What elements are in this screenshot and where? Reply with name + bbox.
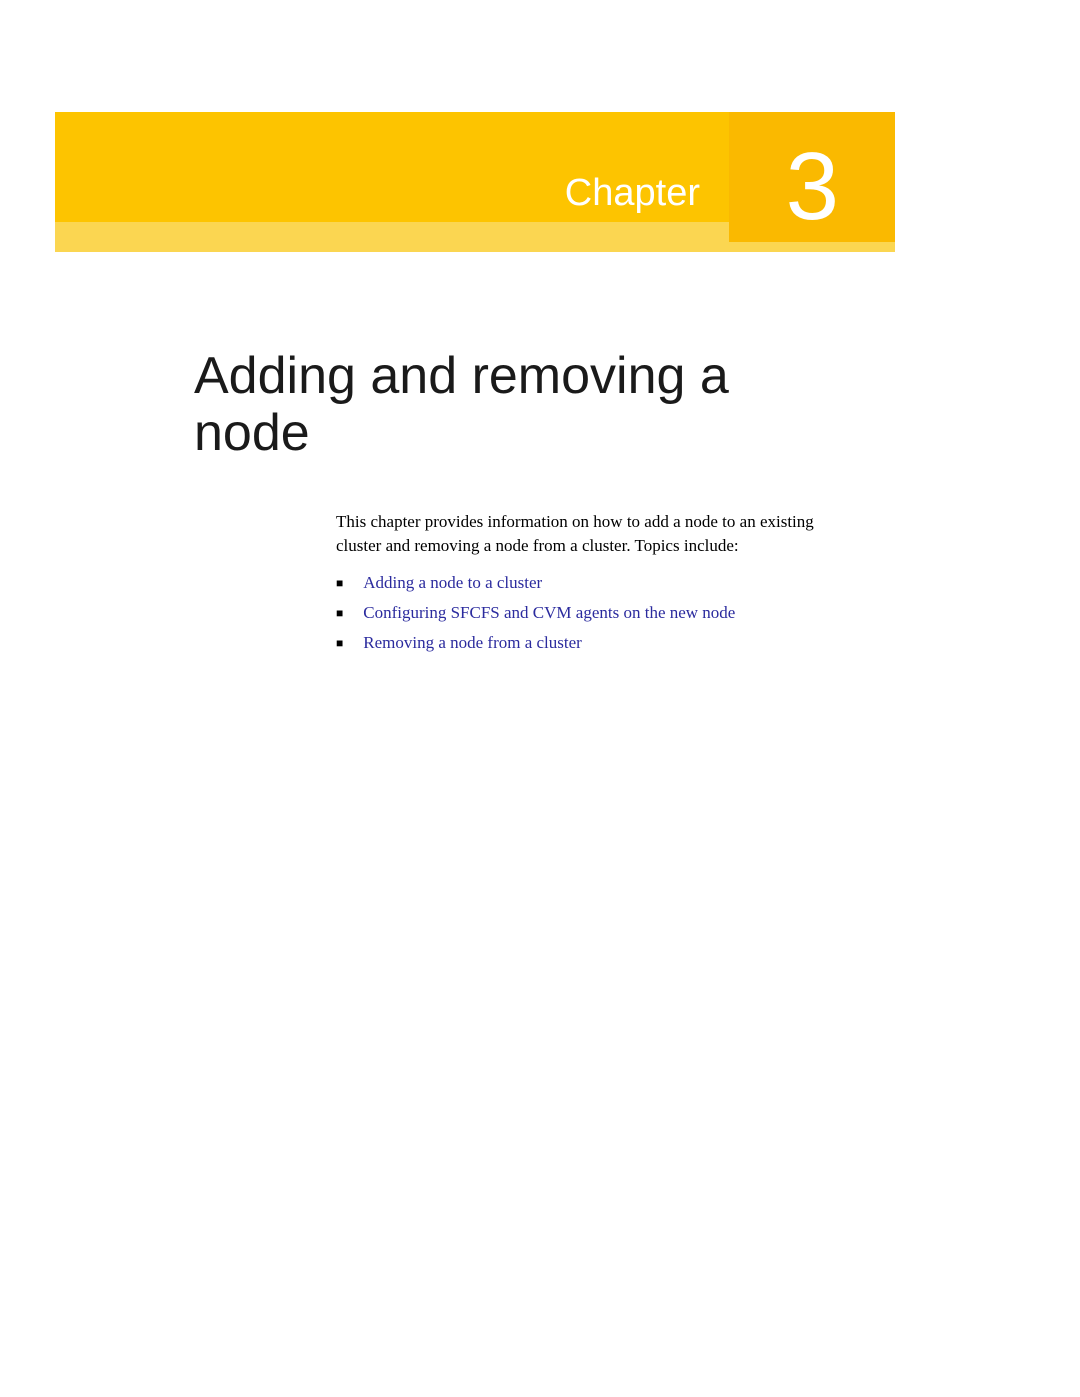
topic-link-removing-node[interactable]: Removing a node from a cluster — [363, 630, 582, 656]
chapter-label: Chapter — [565, 172, 700, 215]
bullet-icon: ■ — [336, 634, 343, 653]
list-item: ■ Removing a node from a cluster — [336, 630, 836, 656]
bullet-icon: ■ — [336, 604, 343, 623]
list-item: ■ Configuring SFCFS and CVM agents on th… — [336, 600, 836, 626]
chapter-banner: Chapter 3 — [55, 112, 895, 252]
list-item: ■ Adding a node to a cluster — [336, 570, 836, 596]
bullet-icon: ■ — [336, 574, 343, 593]
topic-link-configuring-agents[interactable]: Configuring SFCFS and CVM agents on the … — [363, 600, 735, 626]
topic-link-adding-node[interactable]: Adding a node to a cluster — [363, 570, 542, 596]
body-content: This chapter provides information on how… — [336, 510, 836, 661]
topic-list: ■ Adding a node to a cluster ■ Configuri… — [336, 570, 836, 657]
chapter-title: Adding and removing a node — [194, 348, 834, 462]
intro-paragraph: This chapter provides information on how… — [336, 510, 836, 558]
chapter-number: 3 — [786, 132, 839, 242]
